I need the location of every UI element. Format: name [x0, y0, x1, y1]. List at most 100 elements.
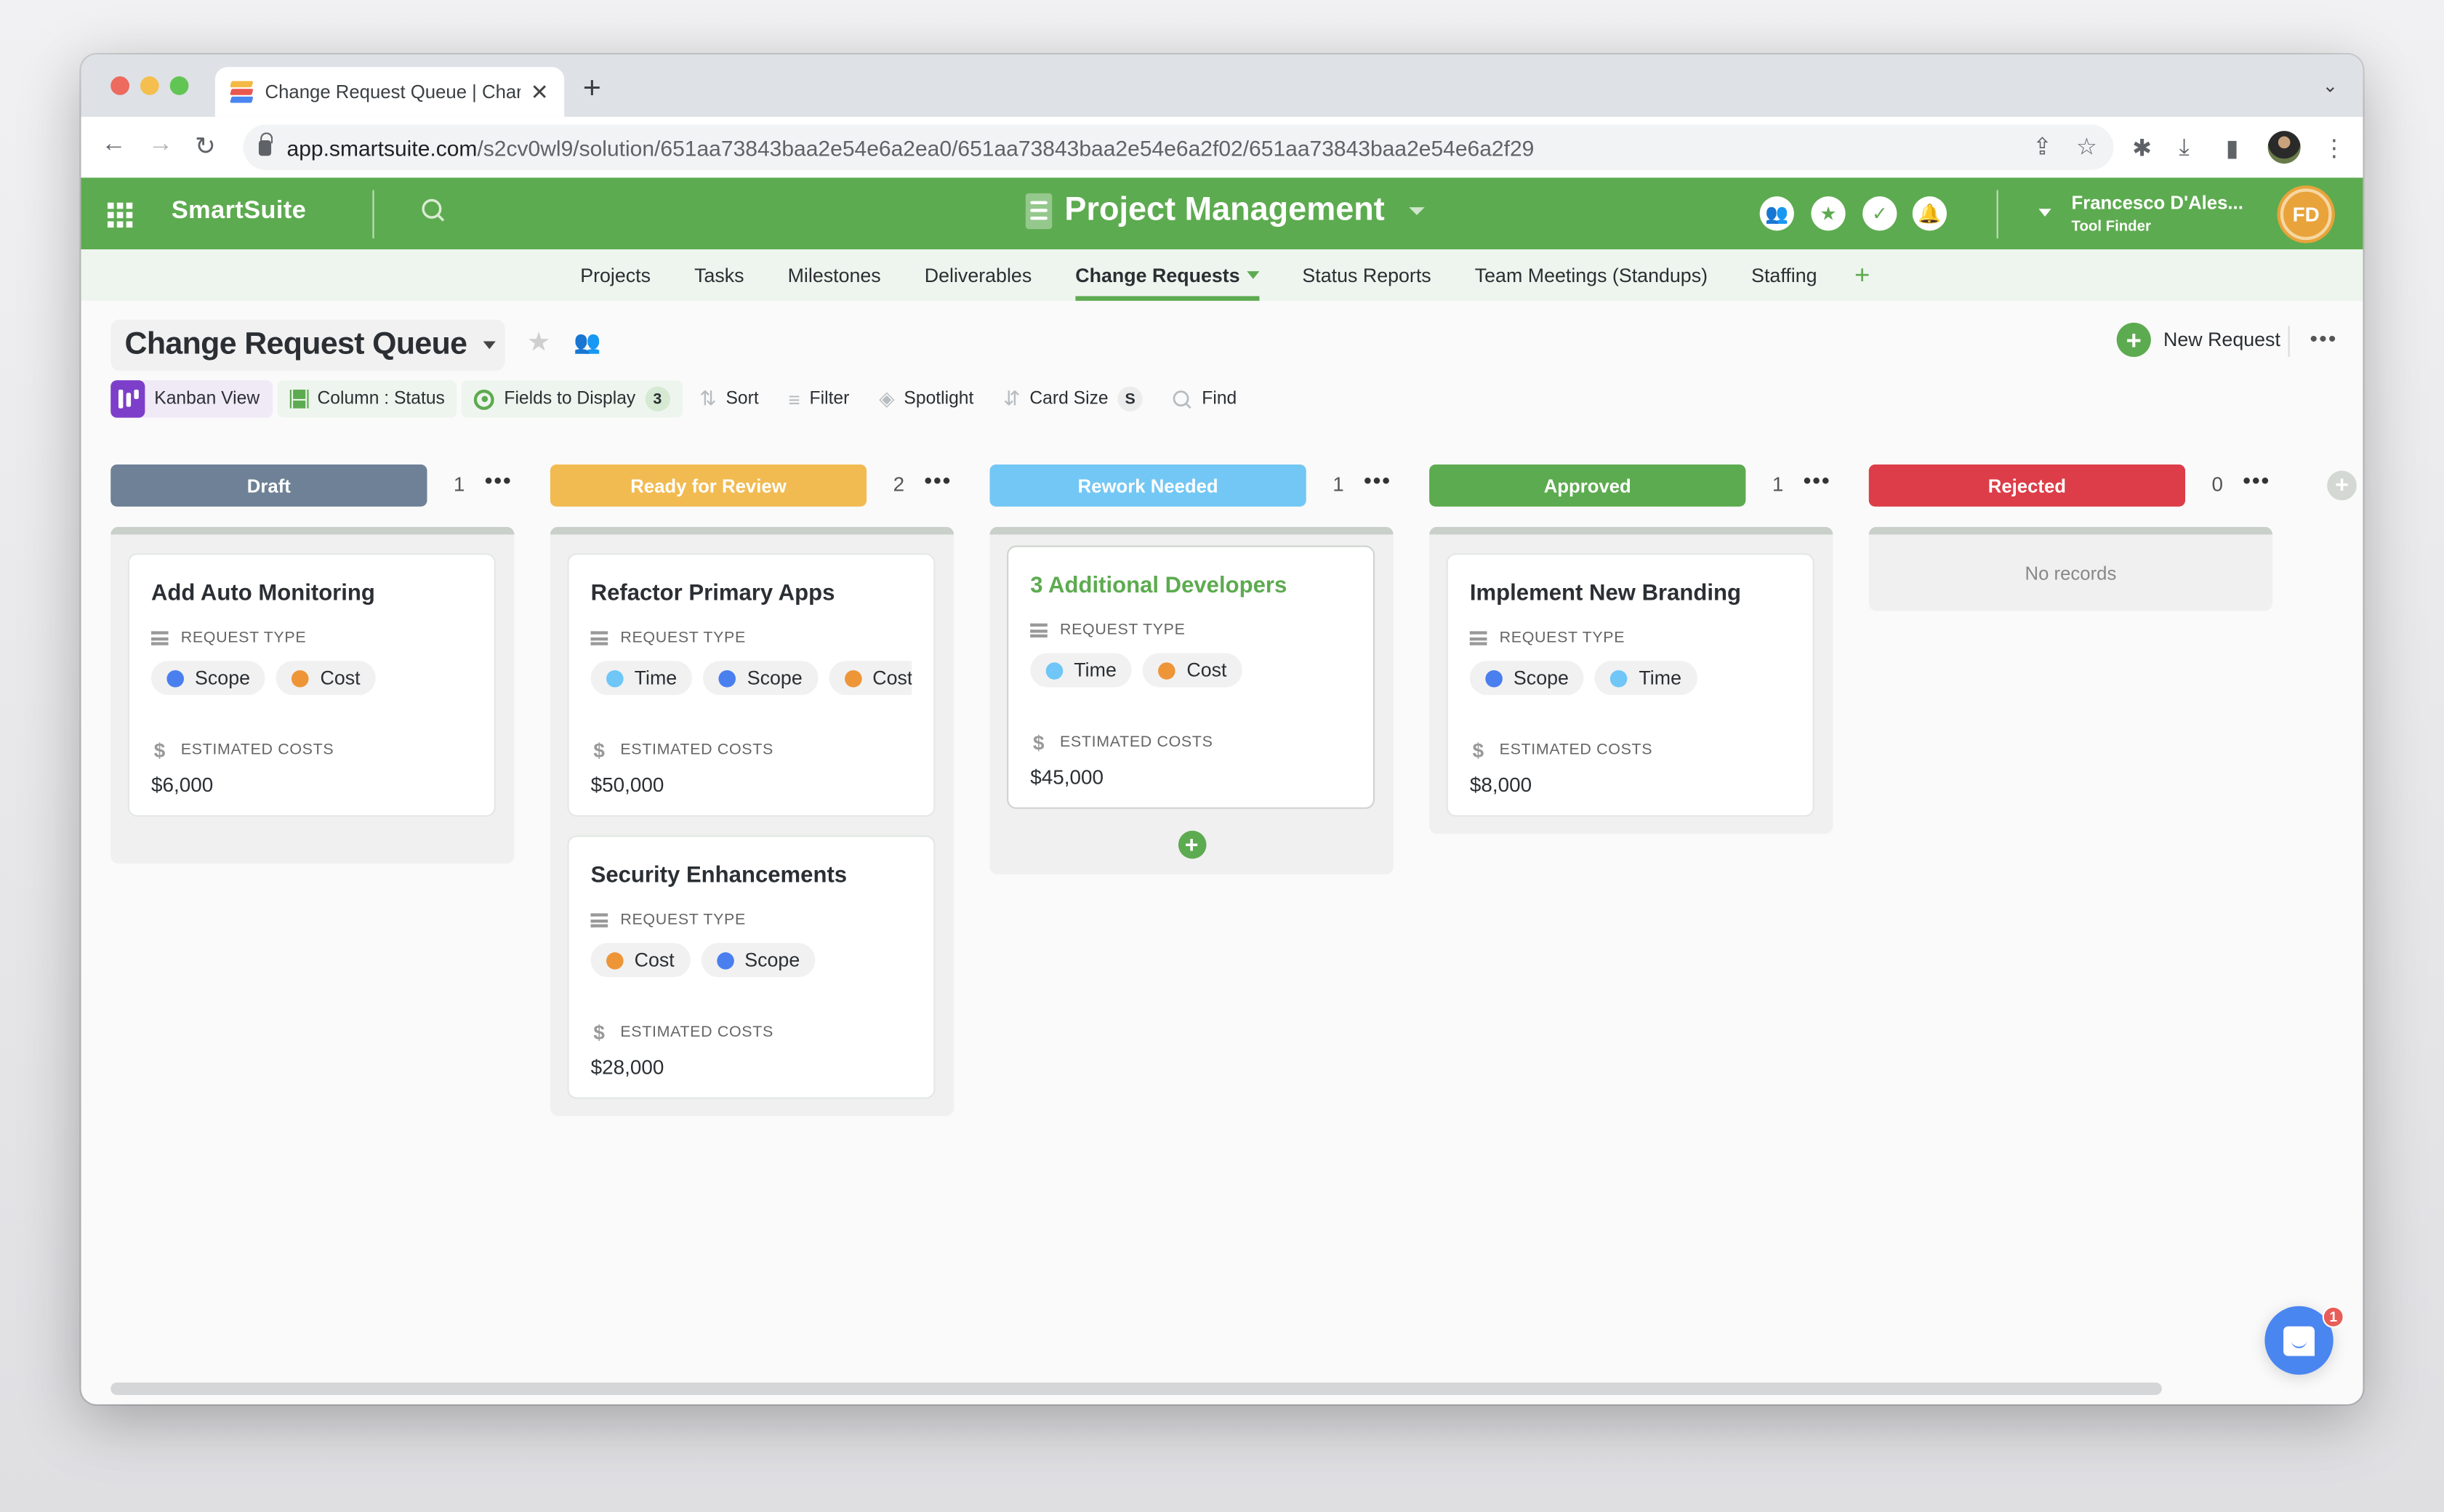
back-arrow-icon[interactable]: ←	[101, 131, 126, 159]
tag-label: Scope	[195, 667, 251, 689]
card-size-button[interactable]: ⇵ Card Size S	[991, 380, 1155, 417]
card-title[interactable]: Refactor Primary Apps	[591, 582, 912, 606]
kanban-column: Ready for Review 2 ••• Refactor Primary App…	[550, 464, 990, 1117]
record-card[interactable]: 3 Additional Developers REQUEST TYPE Time C…	[1007, 545, 1375, 809]
extensions-puzzle-icon[interactable]: ✱	[2132, 134, 2152, 162]
notifications-bell-icon[interactable]: 🔔	[1912, 196, 1947, 231]
browser-tab-active[interactable]: Change Request Queue | Char ✕	[214, 67, 565, 117]
card-title[interactable]: Implement New Branding	[1470, 582, 1791, 606]
filter-button[interactable]: ≡ Filter	[776, 380, 861, 417]
tag-color-dot	[1158, 662, 1176, 679]
estimated-costs-label: $ ESTIMATED COSTS	[151, 739, 473, 762]
field-label-text: ESTIMATED COSTS	[1499, 741, 1653, 760]
request-type-tag: Time	[590, 661, 693, 696]
tab-label: Status Reports	[1302, 264, 1431, 286]
card-size-label: Card Size	[1029, 390, 1109, 409]
lock-icon	[258, 132, 273, 156]
solution-switcher[interactable]: Project Management	[1025, 192, 1426, 229]
tab-projects[interactable]: Projects	[558, 249, 672, 301]
kanban-icon	[110, 380, 145, 418]
tab-status-reports[interactable]: Status Reports	[1280, 249, 1452, 301]
tag-color-dot	[844, 669, 862, 687]
add-record-button[interactable]: +	[1177, 830, 1206, 859]
bookmark-star-icon[interactable]: ☆	[2076, 132, 2097, 160]
search-icon[interactable]	[421, 198, 446, 222]
record-card[interactable]: Add Auto Monitoring REQUEST TYPE Scope Cost…	[127, 553, 496, 817]
column-body: Implement New Branding REQUEST TYPE Scope T…	[1429, 526, 1833, 835]
tab-staffing[interactable]: Staffing	[1729, 249, 1838, 301]
smartsuite-logo[interactable]: SmartSuite	[172, 198, 306, 226]
column-more-options-icon[interactable]: •••	[924, 467, 952, 492]
find-search-icon	[1173, 390, 1191, 409]
record-card[interactable]: Refactor Primary Apps REQUEST TYPE Time Sco…	[567, 553, 936, 817]
sort-button[interactable]: ⇅ Sort	[687, 380, 771, 417]
tab-milestones[interactable]: Milestones	[766, 249, 903, 301]
side-panel-icon[interactable]: ▮	[2226, 134, 2239, 162]
spotlight-button[interactable]: ◈ Spotlight	[867, 380, 986, 417]
browser-profile-avatar[interactable]	[2267, 131, 2301, 164]
column-status-pill[interactable]: Rejected	[1868, 464, 2186, 507]
address-bar[interactable]: app.smartsuite.com/s2cv0wl9/solution/651…	[243, 124, 2114, 170]
column-status-pill[interactable]: Ready for Review	[550, 464, 867, 507]
app-launcher-grid-icon[interactable]	[107, 202, 133, 228]
view-sharing-people-icon[interactable]: 👥	[574, 329, 600, 355]
card-title[interactable]: Add Auto Monitoring	[151, 582, 473, 606]
column-body: No records	[1868, 526, 2273, 611]
column-more-options-icon[interactable]: •••	[485, 467, 512, 492]
column-status-pill[interactable]: Approved	[1429, 464, 1746, 507]
tab-change-requests[interactable]: Change Requests	[1053, 249, 1280, 301]
find-button[interactable]: Find	[1159, 380, 1249, 417]
minimize-window-button[interactable]	[140, 76, 159, 95]
card-title[interactable]: Security Enhancements	[591, 864, 912, 888]
reload-icon[interactable]: ↻	[195, 131, 216, 162]
tag-label: Scope	[744, 949, 800, 971]
column-header: Rejected 0 •••	[1868, 464, 2309, 507]
kanban-view-button[interactable]: Kanban View	[110, 380, 273, 418]
horizontal-scrollbar[interactable]	[110, 1382, 2162, 1395]
tab-deliverables[interactable]: Deliverables	[903, 249, 1054, 301]
my-tasks-check-icon[interactable]: ✓	[1862, 196, 1897, 231]
chevron-down-icon	[482, 341, 495, 350]
downloads-icon[interactable]: ⤓	[2179, 134, 2189, 160]
request-type-tags: Time Scope Cost	[590, 661, 912, 696]
tab-team-meetings-standups[interactable]: Team Meetings (Standups)	[1453, 249, 1729, 301]
kanban-column: Draft 1 ••• Add Auto Monitoring REQUEST TYPE…	[110, 464, 550, 864]
user-avatar[interactable]: FD	[2280, 188, 2332, 241]
chevron-down-icon[interactable]	[1246, 271, 1259, 279]
request-type-label: REQUEST TYPE	[150, 630, 473, 647]
forward-arrow-icon[interactable]: →	[148, 131, 173, 159]
column-more-options-icon[interactable]: •••	[1804, 467, 1831, 492]
kanban-board: + Draft 1 ••• Add Auto Monitoring REQUEST TY…	[110, 464, 2357, 1369]
tab-tasks[interactable]: Tasks	[672, 249, 766, 301]
new-tab-button[interactable]: +	[583, 72, 601, 108]
workspace-caret-icon[interactable]	[2038, 209, 2051, 217]
more-options-icon[interactable]: •••	[2310, 326, 2338, 350]
close-tab-icon[interactable]: ✕	[531, 79, 549, 105]
view-selector[interactable]: Change Request Queue	[110, 319, 505, 371]
favorite-view-star-icon[interactable]: ★	[527, 327, 551, 358]
add-column-button[interactable]: +	[2327, 470, 2357, 501]
spotlight-paint-bucket-icon: ◈	[879, 386, 895, 410]
favorites-star-icon[interactable]: ★	[1811, 196, 1846, 231]
record-card[interactable]: Implement New Branding REQUEST TYPE Scope T…	[1446, 553, 1814, 817]
close-window-button[interactable]	[110, 76, 129, 95]
column-more-options-icon[interactable]: •••	[2243, 467, 2270, 492]
fields-to-display-button[interactable]: Fields to Display 3	[462, 380, 683, 418]
browser-menu-icon[interactable]: ⋮	[2323, 134, 2346, 162]
share-page-icon[interactable]: ⇪	[2033, 132, 2052, 160]
user-name[interactable]: Francesco D'Ales...	[2072, 192, 2243, 214]
column-icon	[289, 390, 308, 409]
members-icon[interactable]: 👥	[1759, 196, 1794, 231]
record-card[interactable]: Security Enhancements REQUEST TYPE Cost Sco…	[567, 835, 936, 1099]
tab-search-chevron-icon[interactable]: ⌄	[2323, 75, 2339, 97]
column-header: Draft 1 •••	[110, 464, 550, 507]
new-request-button[interactable]: + New Request	[2116, 322, 2280, 357]
add-table-button[interactable]: +	[1839, 260, 1886, 291]
column-more-options-icon[interactable]: •••	[1364, 467, 1391, 492]
maximize-window-button[interactable]	[169, 76, 189, 95]
column-status-button[interactable]: Column : Status	[276, 380, 458, 418]
column-status-pill[interactable]: Rework Needed	[989, 464, 1306, 507]
app-header: SmartSuite Project Management 👥 ★ ✓ 🔔 Fr…	[81, 177, 2363, 250]
card-title[interactable]: 3 Additional Developers	[1030, 574, 1351, 598]
column-status-pill[interactable]: Draft	[110, 464, 427, 507]
